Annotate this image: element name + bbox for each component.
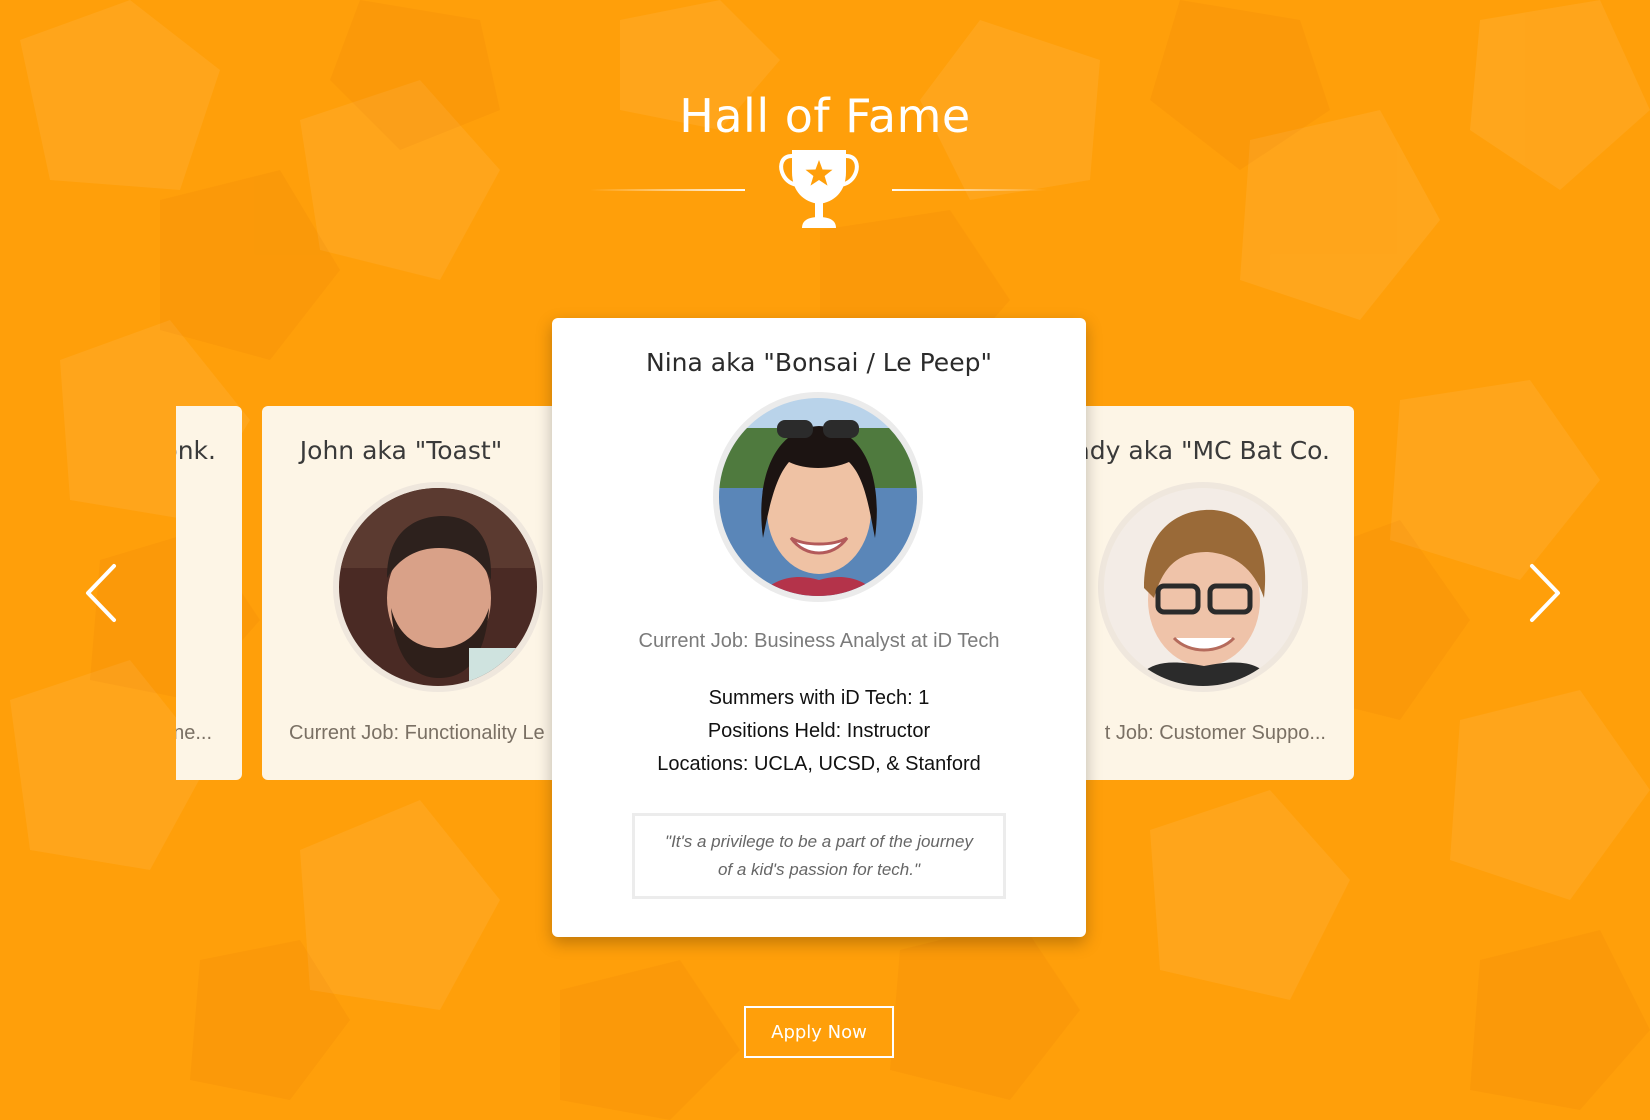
title-divider-left bbox=[590, 189, 745, 191]
featured-name: Nina aka "Bonsai / Le Peep" bbox=[646, 348, 992, 377]
featured-locations: Locations: UCLA, UCSD, & Stanford bbox=[657, 753, 981, 775]
page-title: Hall of Fame bbox=[679, 88, 971, 143]
featured-job: Current Job: Business Analyst at iD Tech bbox=[638, 630, 1000, 652]
title-divider-right bbox=[892, 189, 1047, 191]
card-name: John aka "Toast" bbox=[299, 436, 503, 465]
apply-now-button[interactable]: Apply Now bbox=[744, 1006, 894, 1058]
featured-details: Summers with iD Tech: 1 Positions Held: … bbox=[552, 682, 1086, 781]
avatar-john bbox=[333, 482, 543, 692]
featured-quote: "It's a privilege to be a part of the jo… bbox=[632, 813, 1006, 899]
chevron-left-icon[interactable] bbox=[82, 560, 122, 626]
quote-line-1: "It's a privilege to be a part of the jo… bbox=[665, 832, 973, 851]
card-job: t Job: Customer Suppo... bbox=[1104, 722, 1326, 744]
avatar-brady bbox=[1098, 482, 1308, 692]
chevron-right-icon[interactable] bbox=[1524, 560, 1564, 626]
card-job: Current Job: Functionality Le bbox=[289, 722, 545, 744]
card-name: onk. bbox=[176, 436, 216, 465]
carousel-card-featured[interactable]: Nina aka "Bonsai / Le Peep" Current Job:… bbox=[552, 318, 1086, 937]
quote-line-2: of a kid's passion for tech." bbox=[717, 860, 921, 879]
card-job: ne... bbox=[176, 722, 212, 744]
avatar-nina bbox=[713, 392, 923, 602]
trophy-star-icon bbox=[779, 150, 859, 228]
featured-summers: Summers with iD Tech: 1 bbox=[708, 687, 930, 709]
card-name: ady aka "MC Bat Co. bbox=[1074, 436, 1330, 465]
featured-positions: Positions Held: Instructor bbox=[707, 720, 931, 742]
carousel-card-far-left[interactable]: onk. ne... bbox=[176, 406, 242, 780]
